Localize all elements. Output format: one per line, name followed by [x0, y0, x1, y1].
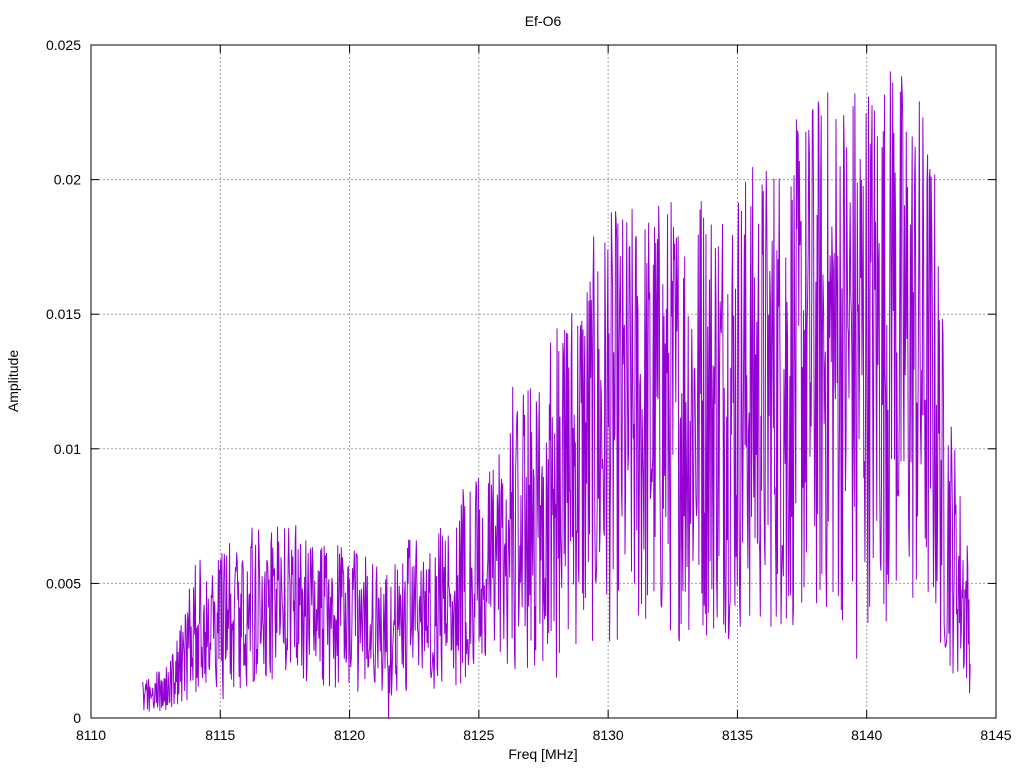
x-tick-labels: 8110 8115 8120 8125 8130 8135 8140 8145 [76, 727, 1012, 743]
x-tick-label: 8110 [76, 727, 106, 743]
y-tick-label: 0.01 [54, 441, 81, 457]
x-axis-label: Freq [MHz] [508, 746, 577, 762]
x-tick-label: 8130 [593, 727, 624, 743]
y-tick-label: 0.02 [54, 172, 81, 188]
series-line [142, 71, 971, 719]
x-tick-label: 8135 [722, 727, 753, 743]
y-tick-label: 0.005 [46, 575, 81, 591]
x-tick-label: 8115 [205, 727, 235, 743]
y-tick-label: 0 [73, 710, 81, 726]
y-axis-label: Amplitude [5, 350, 21, 412]
y-tick-label: 0.015 [46, 306, 81, 322]
x-tick-label: 8140 [851, 727, 882, 743]
x-tick-label: 8125 [463, 727, 494, 743]
x-tick-label: 8120 [334, 727, 365, 743]
series-layer [142, 71, 971, 719]
y-tick-labels: 0 0.005 0.01 0.015 0.02 0.025 [46, 37, 81, 726]
amplitude-chart: Ef-O6 8110 8115 8120 8125 8130 8135 8140 8145 0… [5, 13, 1012, 762]
x-tick-label: 8145 [980, 727, 1011, 743]
chart-title: Ef-O6 [525, 13, 562, 29]
y-tick-label: 0.025 [46, 37, 81, 53]
